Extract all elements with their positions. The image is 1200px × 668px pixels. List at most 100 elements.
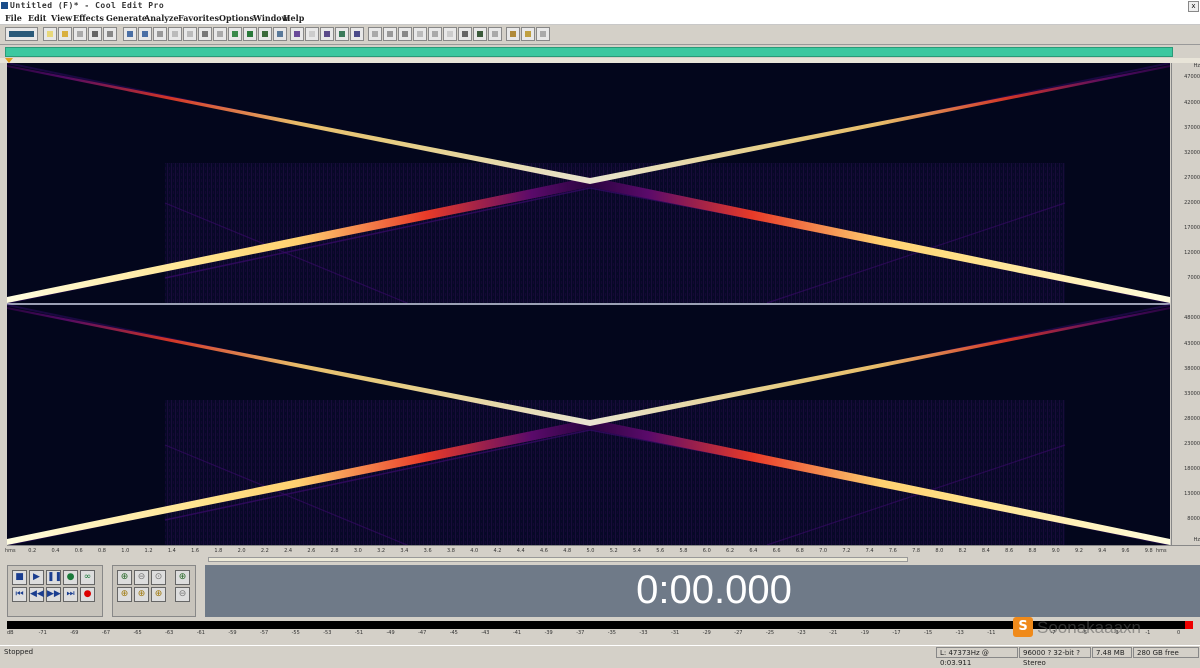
spectrogram-view[interactable] (7, 63, 1170, 545)
go-to-end-button[interactable]: ⏭ (63, 587, 78, 602)
save-icon[interactable] (73, 27, 87, 41)
menu-edit[interactable]: Edit (28, 12, 46, 24)
paste-new-icon[interactable] (228, 27, 242, 41)
scrollbar-thumb[interactable] (208, 557, 908, 562)
analyze-icon[interactable] (428, 27, 442, 41)
copy-to-new-icon[interactable] (183, 27, 197, 41)
record-button[interactable]: ● (80, 587, 95, 602)
waveform-view-icon[interactable] (290, 27, 304, 41)
close-icon[interactable]: x (1188, 1, 1199, 12)
playlist-icon[interactable] (473, 27, 487, 41)
meter-tick: -27 (734, 630, 743, 636)
freq-tick: 38000 (1184, 366, 1200, 372)
zoom-full-horizontal-icon[interactable]: ⊙ (151, 570, 166, 585)
save-as-icon[interactable] (88, 27, 102, 41)
freq-tick: 22000 (1184, 200, 1200, 206)
play-to-end-button[interactable]: ● (63, 570, 78, 585)
time-tick: 1.0 (121, 548, 130, 554)
menu-file[interactable]: File (5, 12, 22, 24)
menu-help[interactable]: Help (283, 12, 304, 24)
zoom-selection-icon[interactable]: ⊕ (151, 587, 166, 602)
list-3-icon[interactable] (398, 27, 412, 41)
freq-tick: 18000 (1184, 466, 1200, 472)
horizontal-scrollbar[interactable] (0, 556, 1200, 563)
find-icon[interactable] (443, 27, 457, 41)
zoom-in-vertical-icon[interactable]: ⊕ (175, 570, 190, 585)
time-tick: 7.8 (912, 548, 921, 554)
stat-icon[interactable] (413, 27, 427, 41)
grid-3-icon[interactable] (350, 27, 364, 41)
menu-generate[interactable]: Generate (106, 12, 147, 24)
repeat-icon[interactable] (153, 27, 167, 41)
info-icon[interactable] (488, 27, 502, 41)
meter-tick: -21 (829, 630, 838, 636)
menu-analyze[interactable]: Analyze (144, 12, 179, 24)
loop-button[interactable]: ∞ (80, 570, 95, 585)
meter-tick: -65 (133, 630, 142, 636)
silence-icon[interactable] (273, 27, 287, 41)
freq-tick: 28000 (1184, 416, 1200, 422)
copy-icon[interactable] (168, 27, 182, 41)
paste-icon[interactable] (213, 27, 227, 41)
crop-icon[interactable] (258, 27, 272, 41)
new-icon[interactable] (43, 27, 57, 41)
spectral-view-icon[interactable] (305, 27, 319, 41)
meter-tick: -51 (354, 630, 363, 636)
settings-icon[interactable] (506, 27, 520, 41)
zoom-right-icon[interactable]: ⊕ (134, 587, 149, 602)
meter-tick: -41 (512, 630, 522, 636)
mix-paste-icon[interactable] (243, 27, 257, 41)
time-tick: 3.2 (377, 548, 386, 554)
fast-forward-button[interactable]: ▶▶ (46, 587, 61, 602)
grid-2-icon[interactable] (335, 27, 349, 41)
zoom-controls: ⊕ ⊖ ⊙ ⊕ ⊕ ⊕ ⊕ ⊖ (112, 565, 196, 617)
list-icon[interactable] (368, 27, 382, 41)
meter-tick: -39 (544, 630, 553, 636)
list-2-icon[interactable] (383, 27, 397, 41)
time-tick: 1.4 (167, 548, 176, 554)
zoom-out-vertical-icon[interactable]: ⊖ (175, 587, 190, 602)
freq-tick: 43000 (1184, 341, 1200, 347)
grid-icon[interactable] (320, 27, 334, 41)
meter-tick: -53 (323, 630, 332, 636)
time-tick: 4.6 (539, 548, 548, 554)
menu-view[interactable]: View (51, 12, 72, 24)
zoom-in-horizontal-icon[interactable]: ⊕ (117, 570, 132, 585)
time-tick: 6.8 (795, 548, 804, 554)
redo-icon[interactable] (138, 27, 152, 41)
cut-icon[interactable] (198, 27, 212, 41)
time-tick: 5.0 (586, 548, 595, 554)
time-tick: 9.6 (1121, 548, 1130, 554)
time-tick: 2.2 (260, 548, 269, 554)
cue-icon[interactable] (458, 27, 472, 41)
meter-tick: -29 (702, 630, 711, 636)
go-to-start-button[interactable]: ⏮ (12, 587, 27, 602)
zoom-out-horizontal-icon[interactable]: ⊖ (134, 570, 149, 585)
toggle-view-button[interactable] (5, 27, 38, 41)
stop-button[interactable]: ■ (12, 570, 27, 585)
menu-options[interactable]: Options (219, 12, 254, 24)
watermark-logo-icon: S (1013, 617, 1033, 637)
menu-effects[interactable]: Effects (73, 12, 104, 24)
freq-tick: 12000 (1184, 250, 1200, 256)
zoom-left-icon[interactable]: ⊕ (117, 587, 132, 602)
help-icon[interactable] (536, 27, 550, 41)
meter-tick: -17 (892, 630, 901, 636)
menu-favorites[interactable]: Favorites (178, 12, 219, 24)
time-tick: hms (5, 548, 16, 554)
pause-button[interactable]: ❚❚ (46, 570, 62, 585)
menu-bar: File Edit View Effects Generate Analyze … (0, 12, 1200, 25)
play-button[interactable]: ▶ (29, 570, 44, 585)
meter-tick: -19 (860, 630, 869, 636)
meter-tick: -35 (607, 630, 616, 636)
effects-icon[interactable] (521, 27, 535, 41)
overview-bar[interactable] (5, 47, 1173, 57)
open-icon[interactable] (58, 27, 72, 41)
undo-icon[interactable] (123, 27, 137, 41)
freq-tick: 32000 (1184, 150, 1200, 156)
frequency-ruler: Hz 47000 42000 37000 32000 27000 22000 1… (1171, 63, 1200, 545)
close-file-icon[interactable] (103, 27, 117, 41)
rewind-button[interactable]: ◀◀ (29, 587, 44, 602)
status-size: 7.48 MB (1092, 647, 1132, 658)
meter-tick: -55 (291, 630, 300, 636)
